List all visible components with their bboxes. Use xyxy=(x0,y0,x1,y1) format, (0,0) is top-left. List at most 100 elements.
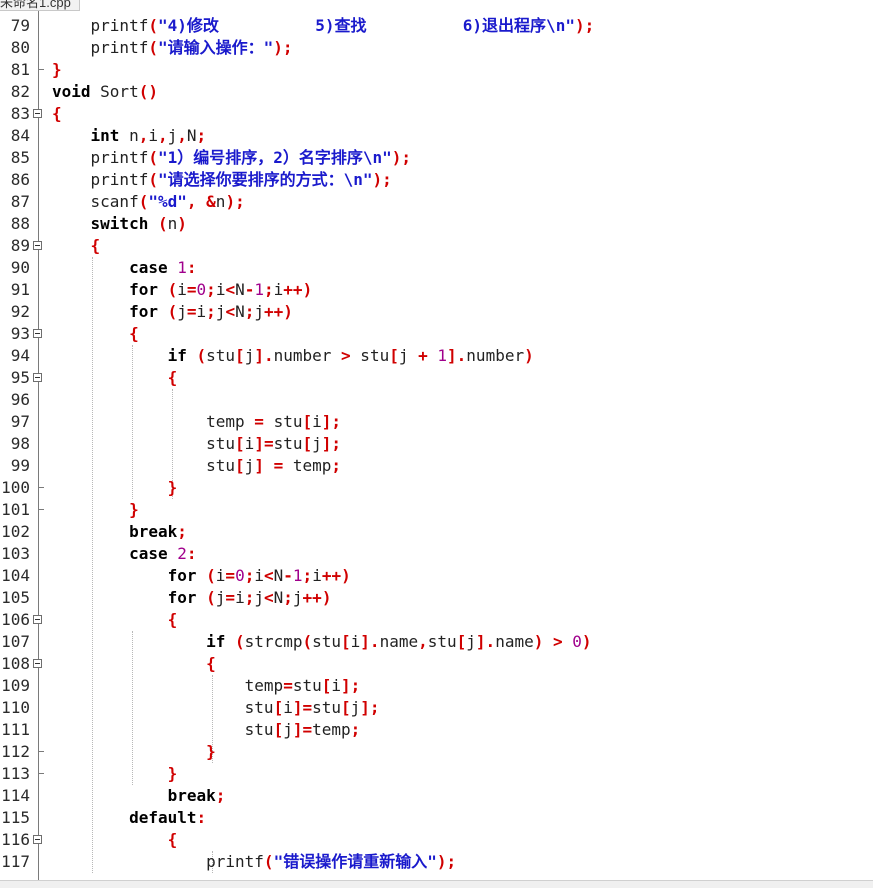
code-line[interactable]: 108 { xyxy=(0,653,873,675)
code-token: < xyxy=(263,566,274,585)
code-token: ( xyxy=(196,346,207,365)
code-line[interactable]: 107 if (strcmp(stu[i].name,stu[j].name) … xyxy=(0,631,873,653)
code-line[interactable]: 87 scanf("%d", &n); xyxy=(0,191,873,213)
code-token: i xyxy=(312,412,322,431)
code-token: [ xyxy=(235,434,245,453)
code-line[interactable]: 111 stu[j]=temp; xyxy=(0,719,873,741)
code-text: { xyxy=(52,829,178,851)
code-line[interactable]: 85 printf("1）编号排序，2）名字排序\n"); xyxy=(0,147,873,169)
code-line[interactable]: 105 for (j=i;j<N;j++) xyxy=(0,587,873,609)
code-line[interactable]: 101 } xyxy=(0,499,873,521)
code-line[interactable]: 104 for (i=0;i<N-1;i++) xyxy=(0,565,873,587)
code-line[interactable]: 94 if (stu[j].number > stu[j + 1].number… xyxy=(0,345,873,367)
fold-collapse-icon[interactable] xyxy=(33,615,42,624)
code-token: ; xyxy=(215,786,226,805)
code-line[interactable]: 102 break; xyxy=(0,521,873,543)
code-token: ; xyxy=(283,588,293,607)
code-token: stu xyxy=(427,632,457,651)
code-token: int xyxy=(90,126,120,145)
line-number: 81 xyxy=(10,60,30,79)
code-token: ]; xyxy=(341,676,361,695)
fold-collapse-icon[interactable] xyxy=(33,659,42,668)
code-token: for xyxy=(129,302,158,321)
code-line[interactable]: 113 } xyxy=(0,763,873,785)
fold-end-marker xyxy=(38,773,44,774)
code-token: ; xyxy=(177,522,187,541)
line-number: 93 xyxy=(10,324,30,343)
line-number: 102 xyxy=(1,522,30,541)
code-token: ( xyxy=(157,214,168,233)
code-line[interactable]: 112 } xyxy=(0,741,873,763)
code-token: n xyxy=(215,192,226,211)
file-tab[interactable]: 未命名1.cpp xyxy=(0,0,80,11)
code-token: printf xyxy=(52,16,149,35)
code-token: j xyxy=(244,346,255,365)
code-line[interactable]: 89 { xyxy=(0,235,873,257)
code-token: stu xyxy=(52,434,236,453)
code-line[interactable]: 97 temp = stu[i]; xyxy=(0,411,873,433)
code-token: j xyxy=(215,302,226,321)
code-text: stu[i]=stu[j]; xyxy=(52,433,341,455)
code-text: for (i=0;i<N-1;i++) xyxy=(52,565,351,587)
code-token: ]. xyxy=(475,632,496,651)
code-line[interactable]: 100 } xyxy=(0,477,873,499)
fold-collapse-icon[interactable] xyxy=(33,329,42,338)
code-line[interactable]: 82 void Sort() xyxy=(0,81,873,103)
code-text: printf("4)修改 5)查找 6)退出程序\n"); xyxy=(52,15,595,37)
code-line[interactable]: 98 stu[i]=stu[j]; xyxy=(0,433,873,455)
code-token: , xyxy=(186,192,197,211)
code-line[interactable]: 115 default: xyxy=(0,807,873,829)
code-text: { xyxy=(52,609,178,631)
code-token: : xyxy=(186,544,197,563)
code-token: ( xyxy=(148,16,158,35)
fold-collapse-icon[interactable] xyxy=(33,373,42,382)
code-token: n xyxy=(167,214,178,233)
line-number: 98 xyxy=(10,434,30,453)
code-line[interactable]: 99 stu[j] = temp; xyxy=(0,455,873,477)
code-token: ]; xyxy=(321,412,342,431)
code-token: ; xyxy=(244,566,255,585)
code-line[interactable]: 110 stu[i]=stu[j]; xyxy=(0,697,873,719)
fold-collapse-icon[interactable] xyxy=(33,835,42,844)
code-token: name xyxy=(379,632,419,651)
code-line[interactable]: 88 switch (n) xyxy=(0,213,873,235)
code-line[interactable]: 86 printf("请选择你要排序的方式：\n"); xyxy=(0,169,873,191)
code-line[interactable]: 90 case 1: xyxy=(0,257,873,279)
fold-collapse-icon[interactable] xyxy=(33,241,42,250)
code-line[interactable]: 80 printf("请输入操作："); xyxy=(0,37,873,59)
code-line[interactable]: 109 temp=stu[i]; xyxy=(0,675,873,697)
code-line[interactable]: 92 for (j=i;j<N;j++) xyxy=(0,301,873,323)
code-token: { xyxy=(52,104,62,123)
code-token: = xyxy=(273,456,284,475)
code-line[interactable]: 114 break; xyxy=(0,785,873,807)
code-token: } xyxy=(167,478,178,497)
code-line[interactable]: 91 for (i=0;i<N-1;i++) xyxy=(0,279,873,301)
code-line[interactable]: 84 int n,i,j,N; xyxy=(0,125,873,147)
code-token: 0 xyxy=(572,632,582,651)
line-number: 100 xyxy=(1,478,30,497)
code-token: + xyxy=(418,346,428,365)
fold-collapse-icon[interactable] xyxy=(33,109,42,118)
code-token: ; xyxy=(206,280,216,299)
code-line[interactable]: 116 { xyxy=(0,829,873,851)
code-line[interactable]: 103 case 2: xyxy=(0,543,873,565)
code-line[interactable]: 96 xyxy=(0,389,873,411)
code-line[interactable]: 81} xyxy=(0,59,873,81)
code-token: i xyxy=(331,676,342,695)
code-line[interactable]: 93 { xyxy=(0,323,873,345)
code-line[interactable]: 106 { xyxy=(0,609,873,631)
code-line[interactable]: 83 { xyxy=(0,103,873,125)
code-token: ]. xyxy=(360,632,380,651)
code-text: printf("错误操作请重新输入"); xyxy=(52,851,456,873)
code-line[interactable]: 79 printf("4)修改 5)查找 6)退出程序\n"); xyxy=(0,15,873,37)
code-text: case 1: xyxy=(52,257,196,279)
code-line[interactable]: 95 { xyxy=(0,367,873,389)
code-line[interactable]: 117 printf("错误操作请重新输入"); xyxy=(0,851,873,873)
line-number: 109 xyxy=(1,676,30,695)
line-number: 89 xyxy=(10,236,30,255)
